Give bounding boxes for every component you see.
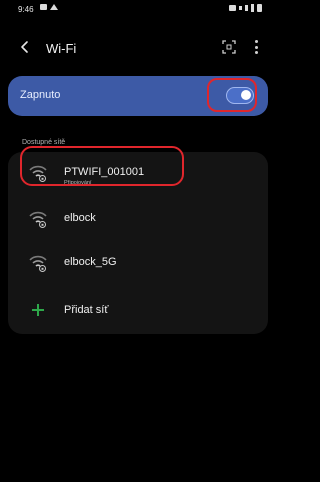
qr-scan-icon[interactable] (222, 40, 236, 54)
wifi-icon (29, 211, 47, 228)
add-network-row[interactable]: Přidat síť (8, 290, 268, 334)
upload-icon (50, 4, 58, 10)
page-title: Wi-Fi (46, 41, 77, 56)
gallery-icon (40, 4, 47, 10)
add-network-label: Přidat síť (64, 304, 109, 316)
wifi-status-icon (229, 5, 236, 11)
network-name: elbock (64, 212, 96, 224)
highlight-circle-toggle (207, 78, 257, 112)
signal-icon (245, 5, 248, 11)
wifi-icon (29, 255, 47, 272)
network-item[interactable]: elbock (8, 198, 268, 242)
app-bar: Wi-Fi (0, 30, 276, 66)
battery-icon (257, 4, 262, 12)
signal-icon (251, 4, 254, 12)
add-icon (32, 304, 44, 316)
back-icon[interactable] (18, 40, 32, 54)
notification-icons (40, 4, 58, 10)
system-icons (229, 4, 262, 12)
status-bar: 9:46 (0, 0, 276, 20)
section-label: Dostupné sítě (22, 139, 66, 146)
network-name: elbock_5G (64, 256, 117, 268)
signal-icon (239, 6, 242, 10)
network-item[interactable]: elbock_5G (8, 242, 268, 286)
highlight-circle-network (20, 146, 184, 186)
status-time: 9:46 (18, 5, 34, 14)
more-options-icon[interactable] (254, 40, 258, 54)
wifi-toggle-label: Zapnuto (20, 89, 61, 101)
